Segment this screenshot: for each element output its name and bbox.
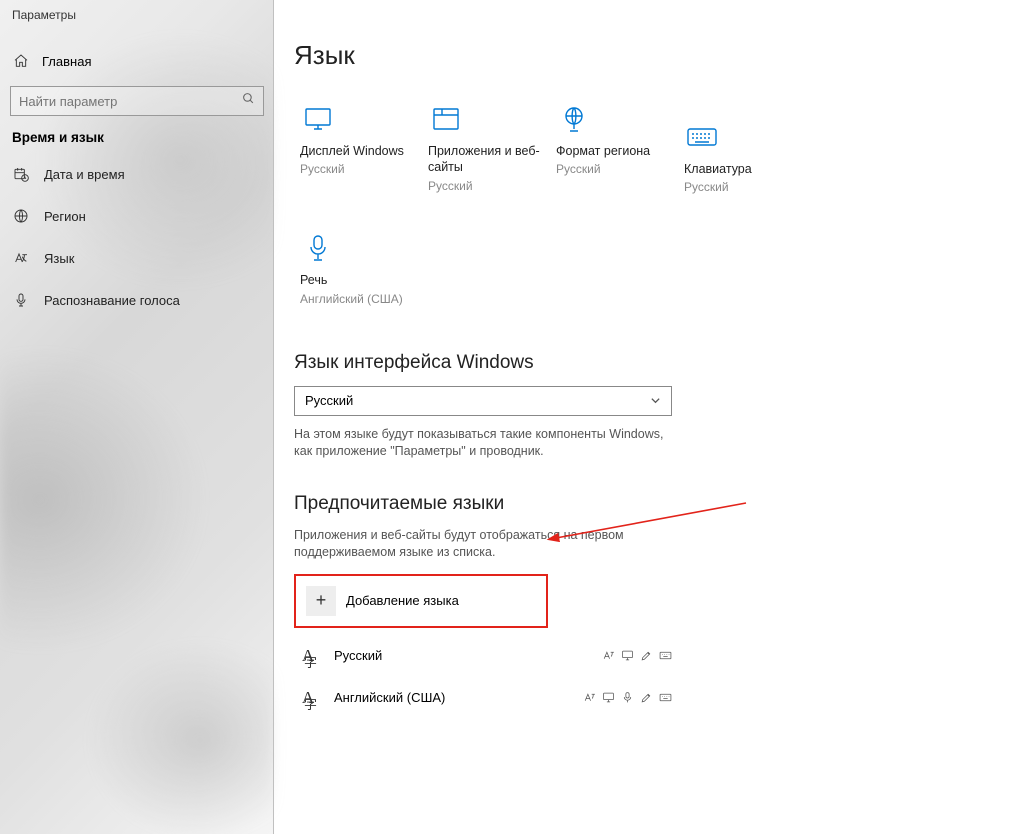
tile-sub: Русский [300,162,416,176]
monitor-icon [300,103,336,135]
text-to-speech-icon [602,649,615,662]
language-row[interactable]: A字 Английский (США) [294,684,672,712]
tile-title: Речь [300,272,416,288]
handwriting-icon [640,691,653,704]
sidebar-section: Время и язык [0,116,274,153]
section-preferred-languages: Предпочитаемые языки [294,493,1024,515]
window-icon [428,103,464,135]
sidebar-item-region[interactable]: Регион [0,195,274,237]
chevron-down-icon [650,395,661,406]
page-title: Язык [294,40,1024,71]
language-name: Английский (США) [334,690,445,705]
main-content: Язык Дисплей Windows Русский Приложения … [274,0,1024,834]
sidebar-item-label: Распознавание голоса [44,293,180,308]
text-to-speech-icon [583,691,596,704]
globe-icon [12,207,30,225]
section-display-language: Язык интерфейса Windows [294,352,1024,374]
globe-stand-icon [556,103,592,135]
display-language-helper: На этом языке будут показываться такие к… [294,426,672,461]
plus-icon: + [306,586,336,616]
handwriting-icon [640,649,653,662]
home-icon [12,52,30,70]
language-row[interactable]: A字 Русский [294,642,672,670]
search-icon [242,92,255,110]
sidebar-item-speech[interactable]: Распознавание голоса [0,279,274,321]
language-feature-icons [583,691,672,704]
language-feature-icons [602,649,672,662]
tile-speech[interactable]: Речь Английский (США) [294,226,422,319]
sidebar-item-label: Язык [44,251,74,266]
calendar-clock-icon [12,165,30,183]
tile-sub: Русский [428,179,544,193]
tile-title: Клавиатура [684,161,800,177]
nav-home-label: Главная [42,54,91,69]
language-name: Русский [334,648,382,663]
keyboard-icon [684,121,720,153]
microphone-small-icon [621,691,634,704]
tile-sub: Русский [684,180,800,194]
nav-home[interactable]: Главная [0,42,274,80]
tile-display[interactable]: Дисплей Windows Русский [294,97,422,208]
microphone-icon [300,232,336,264]
select-value: Русский [305,393,353,408]
tile-apps[interactable]: Приложения и веб-сайты Русский [422,97,550,208]
tile-title: Приложения и веб-сайты [428,143,544,176]
add-language-label: Добавление языка [346,593,459,608]
language-icon [12,249,30,267]
preferred-languages-helper: Приложения и веб-сайты будут отображатьс… [294,527,672,562]
sidebar-item-label: Регион [44,209,86,224]
keyboard-small-icon [659,649,672,662]
sidebar-item-datetime[interactable]: Дата и время [0,153,274,195]
display-icon [621,649,634,662]
window-title: Параметры [0,0,274,30]
display-icon [602,691,615,704]
tile-keyboard[interactable]: Клавиатура Русский [678,115,806,208]
tile-title: Формат региона [556,143,672,159]
language-glyph-icon: A字 [294,688,322,708]
search-input[interactable] [19,94,242,109]
microphone-icon [12,291,30,309]
overview-tiles: Дисплей Windows Русский Приложения и веб… [294,97,834,320]
add-language-button[interactable]: + Добавление языка [294,574,548,628]
tile-region[interactable]: Формат региона Русский [550,97,678,208]
tile-sub: Английский (США) [300,292,416,306]
sidebar-item-language[interactable]: Язык [0,237,274,279]
tile-title: Дисплей Windows [300,143,416,159]
language-glyph-icon: A字 [294,646,322,666]
tile-sub: Русский [556,162,672,176]
sidebar: Параметры Главная Время и язык Дата и вр… [0,0,274,834]
search-input-wrap[interactable] [10,86,264,116]
display-language-select[interactable]: Русский [294,386,672,416]
sidebar-item-label: Дата и время [44,167,125,182]
keyboard-small-icon [659,691,672,704]
